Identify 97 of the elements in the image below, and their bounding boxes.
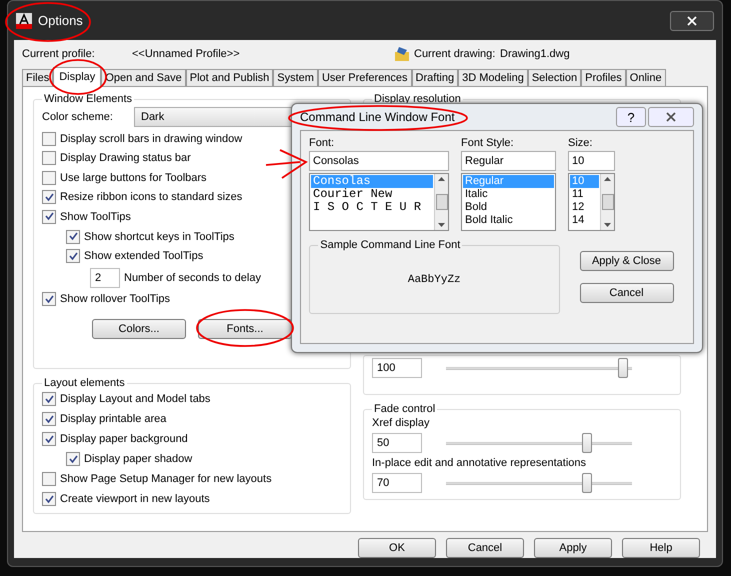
close-icon[interactable] (666, 112, 676, 122)
fade-value-field[interactable]: 50 (372, 433, 422, 453)
window-title: Options (38, 13, 83, 28)
scrollbar[interactable] (600, 174, 614, 230)
scroll-up-icon[interactable] (604, 177, 611, 181)
font-list-item[interactable]: Courier New (311, 188, 433, 201)
dialog-button[interactable]: Colors... (92, 318, 186, 339)
dialog-button[interactable]: Cancel (580, 283, 674, 303)
dialog-button[interactable]: OK (358, 538, 436, 558)
size-list-item[interactable]: 11 (570, 188, 599, 201)
drawing-file-icon (394, 46, 410, 62)
checkbox[interactable] (42, 412, 56, 426)
tab[interactable]: System (273, 69, 318, 87)
field-label: Font Style: (461, 137, 515, 149)
scroll-down-icon[interactable] (438, 223, 445, 227)
font-field[interactable]: Consolas (309, 151, 449, 171)
seconds-field[interactable]: 2 (90, 268, 120, 288)
checkbox-label: Display paper background (60, 433, 188, 445)
checkbox-label: Show rollover ToolTips (60, 293, 170, 306)
annotation-circle (49, 59, 107, 95)
tab[interactable]: 3D Modeling (458, 69, 528, 87)
checkbox-label: Show extended ToolTips (84, 250, 204, 262)
drawing-label: Current drawing: (414, 48, 496, 60)
scroll-up-icon[interactable] (438, 177, 445, 181)
checkbox[interactable] (42, 472, 56, 486)
dialog-button[interactable]: Fonts... (198, 318, 292, 339)
tab[interactable]: Plot and Publish (186, 69, 274, 87)
checkbox-label: Display paper shadow (84, 453, 192, 465)
checkbox-label: Display scroll bars in drawing window (60, 132, 242, 145)
dialog-button[interactable]: Apply & Close (580, 251, 674, 271)
checkbox-label: Use large buttons for Toolbars (60, 172, 207, 184)
checkbox-label: Show ToolTips (60, 210, 131, 223)
checkbox-label: Display Drawing status bar (60, 152, 191, 164)
checkbox[interactable] (42, 190, 56, 204)
tab[interactable]: Selection (528, 69, 582, 87)
font-style-field[interactable]: Regular (461, 151, 556, 171)
slider-label: In-place edit and annotative representations (372, 457, 588, 469)
close-button[interactable] (648, 107, 694, 127)
size-list-item[interactable]: 12 (570, 201, 599, 214)
tab[interactable]: Online (626, 69, 666, 87)
profile-label: Current profile: (22, 48, 96, 60)
font-sample: AaBbYyZz (408, 274, 461, 286)
scroll-down-icon[interactable] (604, 223, 611, 227)
group-title: Window Elements (43, 93, 134, 105)
dialog-button[interactable]: Cancel (446, 538, 524, 558)
slider-thumb[interactable] (582, 433, 592, 453)
size-field[interactable]: 10 (568, 151, 615, 171)
checkbox[interactable] (42, 492, 56, 506)
tab[interactable]: Display (53, 67, 102, 87)
checkbox-label: Display Layout and Model tabs (60, 393, 210, 405)
checkbox[interactable] (66, 249, 80, 264)
checkbox[interactable] (42, 432, 56, 446)
slider-thumb[interactable] (582, 473, 592, 493)
group-title: Display resolution (373, 93, 462, 105)
checkbox[interactable] (42, 170, 56, 185)
slider-thumb[interactable] (618, 358, 628, 378)
checkbox[interactable] (42, 392, 56, 406)
close-button[interactable] (670, 10, 714, 30)
field-label: Size: (568, 137, 594, 149)
slider-label: Xref display (372, 417, 430, 429)
style-list-item[interactable]: Bold (463, 201, 554, 214)
field-label: Font: (309, 137, 336, 149)
profile-name: <<Unnamed Profile>> (132, 48, 241, 60)
tab[interactable]: User Preferences (318, 69, 412, 87)
fade-value-field[interactable]: 70 (372, 473, 422, 493)
tab[interactable]: Open and Save (101, 69, 186, 87)
tab[interactable]: Files (22, 69, 54, 87)
tab[interactable]: Profiles (581, 69, 626, 87)
checkbox[interactable] (66, 230, 80, 244)
checkbox-label: Show shortcut keys in ToolTips (84, 230, 234, 243)
style-list-item[interactable]: Italic (463, 188, 554, 201)
group-title: Fade control (373, 403, 436, 415)
help-button[interactable]: ? (616, 107, 646, 127)
annotation-arrow (265, 149, 307, 179)
checkbox-label: Create viewport in new layouts (60, 493, 210, 505)
checkbox[interactable] (42, 210, 56, 224)
crosshair-size-field[interactable]: 100 (372, 358, 422, 378)
group-title: Sample Command Line Font (319, 239, 462, 251)
group-title: Layout elements (43, 377, 126, 389)
tab[interactable]: Drafting (412, 69, 458, 87)
scrollbar[interactable] (434, 174, 448, 230)
seconds-label: Number of seconds to delay (124, 272, 261, 284)
checkbox-label: Resize ribbon icons to standard sizes (60, 191, 242, 204)
checkbox[interactable] (66, 452, 80, 466)
checkbox[interactable] (42, 132, 56, 146)
dialog-button[interactable]: Help (622, 538, 700, 558)
drawing-name: Drawing1.dwg (500, 48, 570, 60)
color-scheme-label: Color scheme: (42, 111, 114, 123)
font-list-item[interactable]: I S O C T E U R (311, 201, 433, 214)
checkbox[interactable] (42, 292, 56, 306)
checkbox-label: Show Page Setup Manager for new layouts (60, 473, 272, 485)
checkbox-label: Display printable area (60, 413, 166, 425)
app-logo-icon (16, 12, 32, 28)
style-list-item[interactable]: Bold Italic (463, 214, 554, 227)
checkbox[interactable] (42, 151, 56, 166)
size-list-item[interactable]: 14 (570, 214, 599, 227)
dialog-button[interactable]: Apply (534, 538, 612, 558)
